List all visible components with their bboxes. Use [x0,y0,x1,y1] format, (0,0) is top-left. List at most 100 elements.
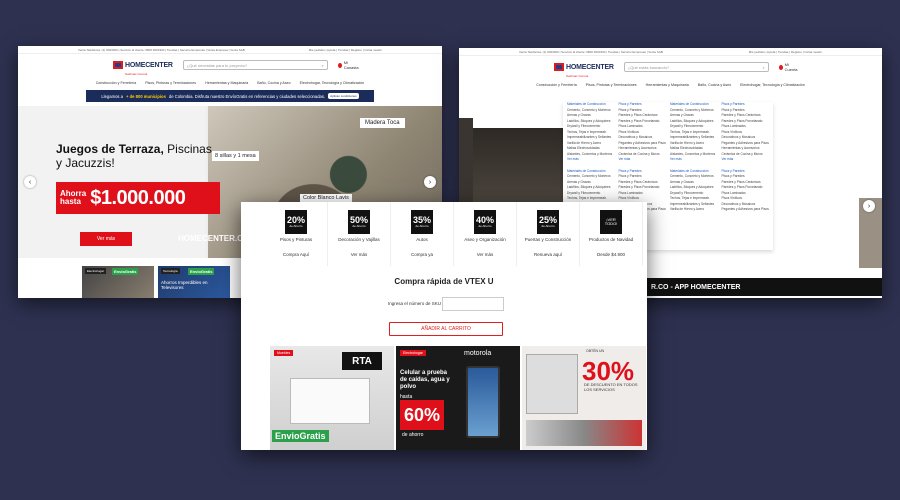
menu-see-more[interactable]: Ver más [567,157,615,163]
header: HOMECENTER Sodimac Corona ¿Qué estás bus… [459,56,882,78]
room-image [526,354,578,414]
category-link[interactable]: Ver más [351,252,368,257]
add-to-cart-button[interactable]: AÑADIR AL CARRITO [389,322,503,336]
app-promo-bar[interactable]: R.CO - APP HOMECENTER [619,278,882,296]
discount-percent: 25% [538,214,557,225]
menu-column: Pisos y Paredes Pisos y Paredes Paredes … [722,102,770,250]
logo-sub: Sodimac Corona [125,72,148,76]
appliances-image [526,420,642,446]
discount-sub: de Ahorro [415,223,429,228]
banner-desc: DE DESCUENTO EN TODOS LOS SERVICIOS [584,382,638,392]
promo-pre: Llegamos a [101,93,123,99]
homecenter-logo[interactable]: HOMECENTER Sodimac Corona [113,54,173,76]
product-tag: 8 sillas y 1 mesa [212,151,259,161]
main-nav: Construcción y Ferretería Pisos, Pintura… [18,76,442,90]
category-link[interactable]: Compra Aquí [283,252,309,257]
menu-link[interactable]: Cemento, Concreto y Morteros [670,174,718,180]
logo-sub: Sodimac Corona [566,74,589,78]
category-link[interactable]: Ver más [477,252,494,257]
free-shipping-badge: EnvioGratis [188,268,215,275]
menu-see-more[interactable]: Ver más [722,157,770,163]
tile-category: Electrohogar [85,268,107,274]
account-label: Mi Cuenta [784,62,798,72]
promo-tile[interactable]: Electrohogar EnvioGratis [82,266,154,298]
banner-category: Electrohogar [400,350,426,356]
category-card[interactable]: 40% de Ahorro Aseo y Organización Ver má… [454,202,517,266]
category-link[interactable]: Compra ya [411,252,433,257]
nav-item[interactable]: Construcción y Ferretería [536,83,577,87]
menu-link[interactable]: Cemento, Concreto y Morteros [567,174,615,180]
search-icon[interactable]: ⌕ [322,63,324,68]
category-name: Productos de Navidad [588,237,634,242]
discount-sub: de Ahorro [289,223,303,228]
promo-banners: Muebles RTA EnvioGratis Electrohogar mot… [270,346,646,450]
discount-badge: 20% de Ahorro [285,210,307,234]
menu-link[interactable]: Ladrillos, Bloques y Adoquines [670,185,718,191]
banner-ahorro: de ahorro [402,432,424,438]
menu-see-more[interactable]: Ver más [619,157,667,163]
carousel-prev-icon[interactable]: ‹ [24,176,36,188]
nav-item[interactable]: Construcción y Ferretería [96,81,137,85]
discount-badge: 40% de Ahorro [474,210,496,234]
promo-tile[interactable]: Tecnología EnvioGratis Ahorros Imperdibl… [158,266,230,298]
cart-label: Mi Canasta [343,60,359,70]
menu-link[interactable]: Varilla de Hierro y Acero [670,207,718,213]
menu-link[interactable]: Impermeabilizantes y Sellantes [567,135,615,141]
logo-mark-icon [554,63,564,71]
menu-link[interactable]: Paredes y Pisos Porcelanato [619,185,667,191]
hero-see-more-button[interactable]: Ver más [80,232,132,246]
banner-category: Muebles [274,350,294,356]
sku-input[interactable] [442,297,504,311]
nav-item[interactable]: Baño, Cocina y Aseo [698,83,731,87]
category-card[interactable]: 20% de Ahorro Pisos y Pinturas Compra Aq… [265,202,328,266]
nav-item[interactable]: Electrohogar, Tecnología y Climatización [300,81,365,85]
discount-badge: 25% de Ahorro [537,210,559,234]
carousel-next-icon[interactable]: › [863,200,875,212]
sku-label: Ingresa el número de SKU [388,301,442,306]
utility-right[interactable]: Mis pedidos | Ayuda | Tiendas | Registro… [749,50,822,54]
cart-button[interactable]: Mi Canasta [337,60,360,70]
motorola-banner[interactable]: Electrohogar motorola Celular a prueba d… [396,346,520,450]
utility-left: Venta Telefónica: (1) 6003300 | Servicio… [78,47,245,52]
discount-sub: de Ahorro [541,223,555,228]
promo-conditions-pill[interactable]: Aplican condiciones [328,93,359,99]
search-input[interactable]: ¿Qué necesitas para tu proyecto? ⌕ [182,60,328,70]
utility-right[interactable]: Mis pedidos | Ayuda | Tiendas | Registro… [309,48,382,52]
hero-line2: y Jacuzzis! [56,156,115,170]
discount-badge: 35% de Ahorro [411,210,433,234]
hero-line1-rest: Piscinas [167,142,212,156]
nav-item[interactable]: Pisos, Pinturas y Terminaciones [145,81,196,85]
nav-item[interactable]: Baño, Cocina y Aseo [257,81,290,85]
nav-item[interactable]: Herramientas y Maquinaria [205,81,248,85]
category-card[interactable]: 50% de Ahorro Decoración y Vajillas Ver … [328,202,391,266]
services-banner[interactable]: OBTÉN UN 30% DE DESCUENTO EN TODOS LOS S… [522,346,646,450]
logo-text: HOMECENTER [566,64,614,71]
menu-link[interactable]: Ladrillos, Bloques y Adoquines [567,185,615,191]
homecenter-logo[interactable]: HOMECENTER Sodimac Corona [554,56,614,78]
logo-mark-icon [113,61,123,69]
category-card[interactable]: 25% de Ahorro Puertas y Construcción Ren… [517,202,580,266]
nav-item[interactable]: Pisos, Pinturas y Terminaciones [586,83,637,87]
category-link[interactable]: Desde $4.900 [597,252,625,257]
category-link[interactable]: Renueva aquí [534,252,562,257]
menu-link[interactable]: Pegantes y Adhesivos para Pisos [722,207,770,213]
screenshot-quick-buy: 20% de Ahorro Pisos y Pinturas Compra Aq… [241,202,647,450]
discount-percent: 35% [412,214,431,225]
discount-sub: de Ahorro [352,223,366,228]
category-card[interactable]: ¡VER TODO! Productos de Navidad Desde $4… [580,202,643,266]
menu-link[interactable]: Paredes y Pisos Porcelanato [722,185,770,191]
search-input[interactable]: ¿Qué estás buscando? ⌕ [623,62,769,72]
banner-percent: 60% [400,400,444,430]
tile-category: Tecnología [161,268,180,274]
nav-item[interactable]: Electrohogar, Tecnología y Climatización [740,83,805,87]
category-card[interactable]: 35% de Ahorro Autos Compra ya [391,202,454,266]
main-nav: Construcción y Ferretería Pisos, Pintura… [459,78,882,92]
menu-see-more[interactable]: Ver más [670,157,718,163]
utility-bar: Venta Telefónica: (1) 6003300 | Servicio… [459,48,882,56]
furniture-banner[interactable]: Muebles RTA EnvioGratis [270,346,394,450]
menu-link[interactable]: Impermeabilizantes y Sellantes [670,135,718,141]
search-icon[interactable]: ⌕ [763,65,765,70]
carousel-next-icon[interactable]: › [424,176,436,188]
account-button[interactable]: Mi Cuenta [778,62,799,72]
nav-item[interactable]: Herramientas y Maquinaria [646,83,689,87]
